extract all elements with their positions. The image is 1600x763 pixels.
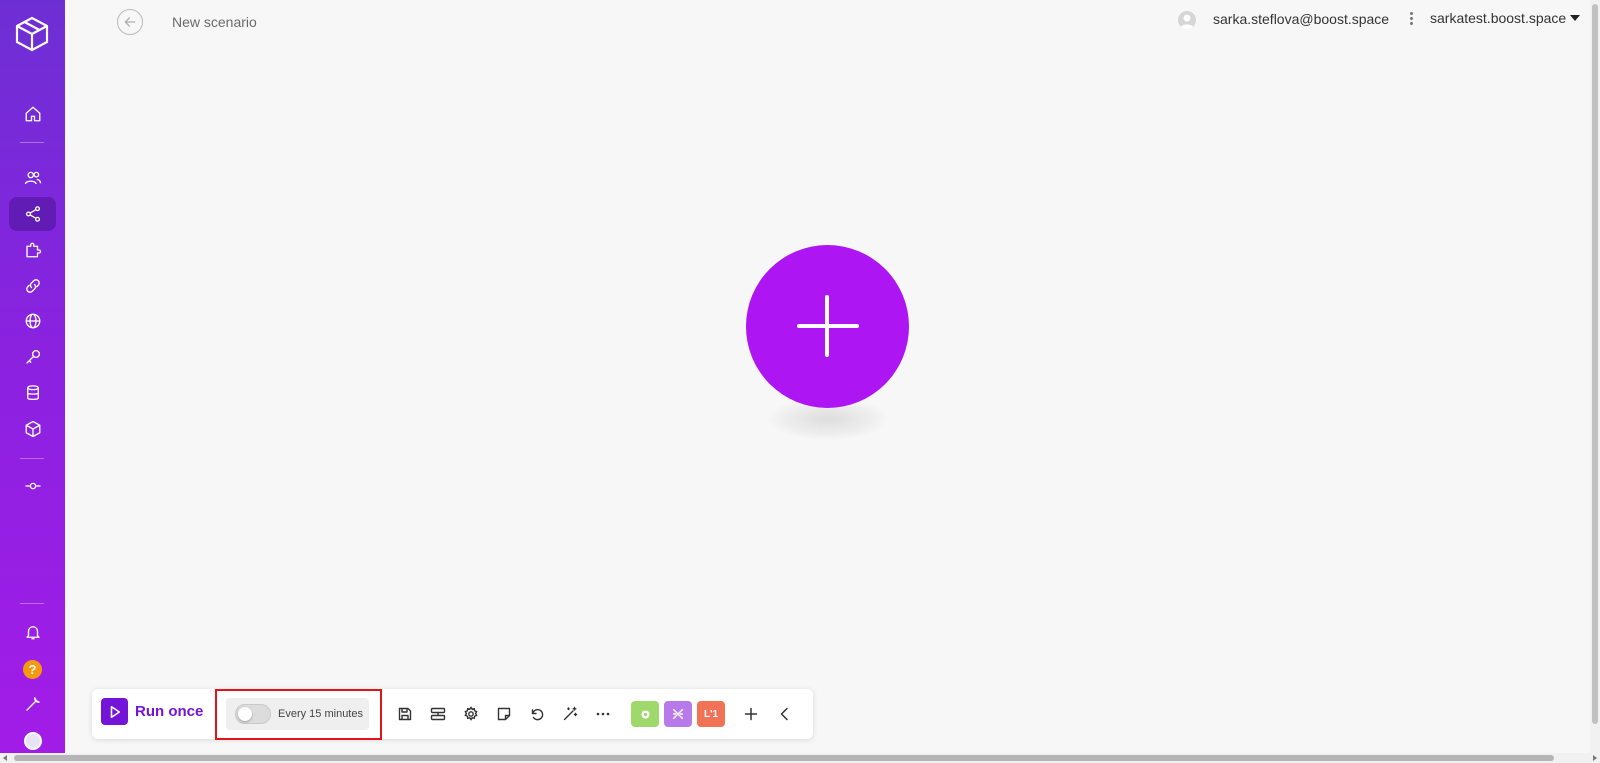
link-icon	[25, 279, 40, 293]
users-icon	[24, 171, 41, 185]
sidebar-item-connections[interactable]	[9, 269, 56, 303]
save-button[interactable]	[394, 703, 416, 725]
globe-icon	[25, 313, 40, 329]
settings-icon	[464, 706, 478, 721]
tools-button[interactable]	[631, 701, 659, 727]
flow-control-button[interactable]	[664, 701, 692, 727]
magic-wand-icon	[563, 706, 578, 721]
vertical-scrollbar[interactable]	[1590, 0, 1600, 753]
vertical-scrollbar-thumb[interactable]	[1592, 4, 1598, 724]
scenario-toolbar: Run once Every 15 minutes L'1	[92, 689, 813, 740]
org-name: sarkatest.boost.space	[1430, 10, 1567, 26]
org-switcher[interactable]: sarkatest.boost.space	[1430, 10, 1581, 26]
bell-icon	[25, 626, 40, 640]
save-icon	[398, 707, 412, 721]
auto-align-icon	[430, 707, 446, 721]
horizontal-scrollbar-thumb[interactable]	[14, 755, 1554, 761]
run-once-button[interactable]: Run once	[101, 698, 203, 725]
collapse-toolbar-button[interactable]	[774, 703, 796, 725]
text-parser-button[interactable]: L'1	[697, 701, 725, 727]
avatar	[23, 732, 42, 750]
commit-icon	[25, 482, 40, 490]
explain-flow-button[interactable]	[559, 703, 581, 725]
share-icon	[25, 206, 40, 222]
home-icon	[25, 106, 40, 122]
scenario-title[interactable]: New scenario	[172, 14, 257, 30]
scenario-settings-button[interactable]	[460, 703, 482, 725]
horizontal-scrollbar[interactable]	[0, 753, 1600, 763]
sidebar-item-home[interactable]	[9, 97, 56, 131]
run-once-label: Run once	[135, 703, 204, 720]
sidebar-item-data-structures[interactable]	[9, 412, 56, 446]
sidebar-item-help[interactable]: ?	[9, 652, 56, 686]
sidebar-item-team[interactable]	[9, 161, 56, 195]
auto-align-button[interactable]	[427, 703, 449, 725]
sidebar-divider	[20, 458, 44, 459]
more-icon	[596, 712, 610, 716]
user-avatar[interactable]	[1178, 11, 1196, 29]
add-module-button[interactable]	[746, 245, 909, 408]
database-icon	[26, 385, 39, 401]
plus-icon	[744, 707, 758, 721]
gear-icon	[640, 709, 650, 719]
undo-button[interactable]	[526, 703, 548, 725]
sidebar-item-devices[interactable]	[9, 469, 56, 503]
caret-down-icon	[1570, 15, 1581, 21]
schedule-label[interactable]: Every 15 minutes	[278, 708, 363, 720]
key-icon	[25, 349, 40, 364]
add-button[interactable]	[740, 703, 762, 725]
play-icon	[101, 698, 128, 725]
user-email[interactable]: sarka.steflova@boost.space	[1213, 11, 1389, 27]
cube-icon	[25, 420, 40, 438]
notes-button[interactable]	[493, 703, 515, 725]
user-icon	[1180, 14, 1194, 29]
arrow-left-icon	[124, 17, 136, 27]
notes-icon	[497, 707, 511, 721]
more-button[interactable]	[592, 703, 614, 725]
sidebar-divider	[20, 142, 44, 143]
schedule-setting[interactable]: Every 15 minutes	[226, 698, 369, 730]
kebab-menu-icon[interactable]	[1406, 8, 1416, 28]
sidebar-divider	[20, 603, 44, 604]
puzzle-icon	[25, 242, 41, 258]
sidebar-item-settings[interactable]	[9, 687, 56, 721]
boost-space-logo[interactable]	[15, 16, 49, 52]
back-button[interactable]	[117, 9, 143, 35]
flow-control-icon	[672, 708, 684, 720]
help-icon: ?	[23, 659, 42, 679]
sidebar-item-webhooks[interactable]	[9, 304, 56, 338]
sidebar-item-apps[interactable]	[9, 233, 56, 267]
wrench-icon	[25, 697, 40, 711]
scroll-right-arrow-icon[interactable]	[1593, 755, 1597, 761]
chevron-left-icon	[780, 707, 788, 721]
sidebar: ?	[0, 0, 65, 763]
scheduling-toggle[interactable]	[235, 704, 271, 724]
text-parser-icon: L'1	[703, 708, 719, 720]
scroll-left-arrow-icon[interactable]	[3, 755, 7, 761]
sidebar-item-notifications[interactable]	[9, 615, 56, 649]
undo-icon	[531, 708, 544, 721]
sidebar-item-data-stores[interactable]	[9, 376, 56, 410]
sidebar-item-keys[interactable]	[9, 340, 56, 374]
sidebar-item-scenarios[interactable]	[9, 197, 56, 231]
